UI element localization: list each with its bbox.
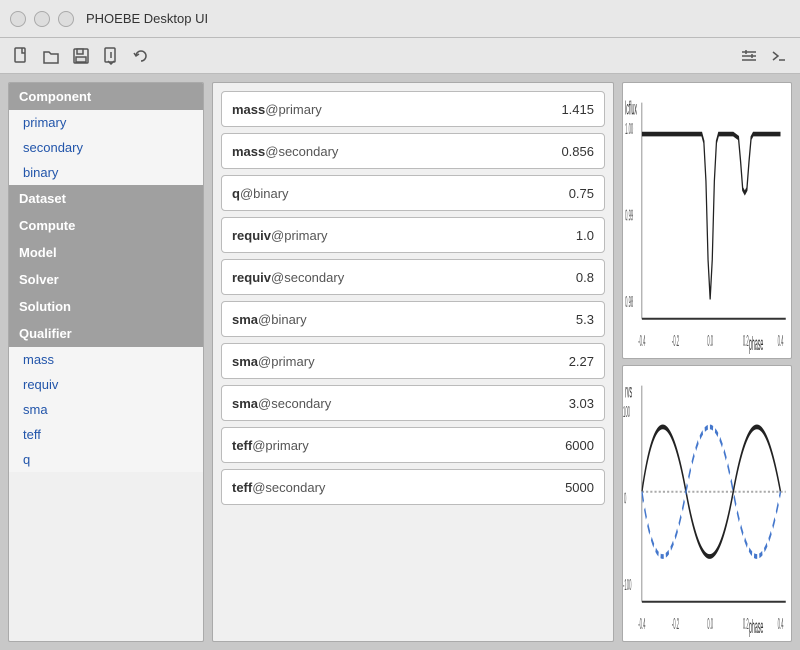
light-curve-chart[interactable]: lcflux phase -0.4 -0.2 0.0 0.2 0.4 1.00 … bbox=[622, 82, 792, 359]
sidebar-section-compute: Compute bbox=[9, 212, 203, 239]
svg-text:-100: -100 bbox=[623, 578, 631, 594]
svg-text:-0.4: -0.4 bbox=[638, 617, 645, 633]
sidebar-section-qualifier: Qualifier bbox=[9, 320, 203, 347]
svg-text:0.4: 0.4 bbox=[778, 617, 784, 633]
param-name-teff-primary: teff@primary bbox=[232, 438, 534, 453]
main-area: Component primary secondary binary Datas… bbox=[0, 74, 800, 650]
sidebar-item-binary[interactable]: binary bbox=[9, 160, 203, 185]
svg-text:phase: phase bbox=[749, 617, 763, 639]
window-buttons bbox=[10, 11, 74, 27]
sidebar-section-dataset: Dataset bbox=[9, 185, 203, 212]
sidebar-item-primary[interactable]: primary bbox=[9, 110, 203, 135]
param-name-requiv-secondary: requiv@secondary bbox=[232, 270, 534, 285]
param-value-mass-secondary: 0.856 bbox=[534, 144, 594, 159]
param-value-sma-primary: 2.27 bbox=[534, 354, 594, 369]
svg-text:-0.2: -0.2 bbox=[672, 617, 679, 633]
param-value-teff-primary: 6000 bbox=[534, 438, 594, 453]
sidebar-item-secondary[interactable]: secondary bbox=[9, 135, 203, 160]
svg-text:0.2: 0.2 bbox=[743, 617, 749, 633]
param-row-sma-primary[interactable]: sma@primary 2.27 bbox=[221, 343, 605, 379]
rv-curve-chart[interactable]: rvs phase -0.4 -0.2 0.0 0.2 0.4 100 0 bbox=[622, 365, 792, 642]
svg-text:0.2: 0.2 bbox=[743, 334, 749, 350]
param-name-requiv-primary: requiv@primary bbox=[232, 228, 534, 243]
svg-text:0: 0 bbox=[624, 491, 626, 507]
param-row-requiv-primary[interactable]: requiv@primary 1.0 bbox=[221, 217, 605, 253]
param-row-mass-secondary[interactable]: mass@secondary 0.856 bbox=[221, 133, 605, 169]
param-row-q-binary[interactable]: q@binary 0.75 bbox=[221, 175, 605, 211]
settings-icon[interactable] bbox=[738, 45, 760, 67]
param-row-requiv-secondary[interactable]: requiv@secondary 0.8 bbox=[221, 259, 605, 295]
toolbar-left bbox=[10, 45, 152, 67]
param-row-sma-secondary[interactable]: sma@secondary 3.03 bbox=[221, 385, 605, 421]
sidebar-section-model: Model bbox=[9, 239, 203, 266]
sidebar-item-q[interactable]: q bbox=[9, 447, 203, 472]
right-area: mass@primary 1.415 mass@secondary 0.856 … bbox=[212, 82, 792, 642]
minimize-button[interactable] bbox=[34, 11, 50, 27]
param-row-mass-primary[interactable]: mass@primary 1.415 bbox=[221, 91, 605, 127]
param-value-requiv-primary: 1.0 bbox=[534, 228, 594, 243]
sidebar-item-requiv[interactable]: requiv bbox=[9, 372, 203, 397]
toolbar-right bbox=[738, 45, 790, 67]
svg-text:0.0: 0.0 bbox=[707, 334, 713, 350]
app-title: PHOEBE Desktop UI bbox=[86, 11, 208, 26]
param-value-requiv-secondary: 0.8 bbox=[534, 270, 594, 285]
param-name-sma-binary: sma@binary bbox=[232, 312, 534, 327]
svg-text:phase: phase bbox=[749, 334, 763, 356]
svg-text:lcflux: lcflux bbox=[625, 98, 637, 120]
param-name-q-binary: q@binary bbox=[232, 186, 534, 201]
svg-text:100: 100 bbox=[623, 405, 630, 421]
param-name-sma-secondary: sma@secondary bbox=[232, 396, 534, 411]
svg-text:rvs: rvs bbox=[625, 381, 632, 403]
chart-panel: lcflux phase -0.4 -0.2 0.0 0.2 0.4 1.00 … bbox=[622, 82, 792, 642]
save-icon[interactable] bbox=[70, 45, 92, 67]
param-row-teff-secondary[interactable]: teff@secondary 5000 bbox=[221, 469, 605, 505]
param-row-sma-binary[interactable]: sma@binary 5.3 bbox=[221, 301, 605, 337]
svg-text:0.0: 0.0 bbox=[707, 617, 713, 633]
svg-text:-0.4: -0.4 bbox=[638, 334, 645, 350]
sidebar-item-mass[interactable]: mass bbox=[9, 347, 203, 372]
param-name-mass-secondary: mass@secondary bbox=[232, 144, 534, 159]
terminal-icon[interactable] bbox=[768, 45, 790, 67]
sidebar-item-teff[interactable]: teff bbox=[9, 422, 203, 447]
maximize-button[interactable] bbox=[58, 11, 74, 27]
param-value-teff-secondary: 5000 bbox=[534, 480, 594, 495]
sidebar-section-solution: Solution bbox=[9, 293, 203, 320]
params-panel: mass@primary 1.415 mass@secondary 0.856 … bbox=[212, 82, 614, 642]
param-row-teff-primary[interactable]: teff@primary 6000 bbox=[221, 427, 605, 463]
export-icon[interactable] bbox=[100, 45, 122, 67]
sidebar-section-component: Component bbox=[9, 83, 203, 110]
svg-text:0.98: 0.98 bbox=[625, 295, 633, 311]
sidebar: Component primary secondary binary Datas… bbox=[8, 82, 204, 642]
undo-icon[interactable] bbox=[130, 45, 152, 67]
svg-text:1.00: 1.00 bbox=[625, 122, 633, 138]
svg-text:-0.2: -0.2 bbox=[672, 334, 679, 350]
sidebar-section-solver: Solver bbox=[9, 266, 203, 293]
param-name-sma-primary: sma@primary bbox=[232, 354, 534, 369]
open-file-icon[interactable] bbox=[40, 45, 62, 67]
sidebar-item-sma[interactable]: sma bbox=[9, 397, 203, 422]
param-value-sma-binary: 5.3 bbox=[534, 312, 594, 327]
toolbar bbox=[0, 38, 800, 74]
svg-text:0.4: 0.4 bbox=[778, 334, 784, 350]
new-file-icon[interactable] bbox=[10, 45, 32, 67]
param-name-teff-secondary: teff@secondary bbox=[232, 480, 534, 495]
svg-text:0.99: 0.99 bbox=[625, 208, 633, 224]
title-bar: PHOEBE Desktop UI bbox=[0, 0, 800, 38]
param-value-mass-primary: 1.415 bbox=[534, 102, 594, 117]
param-name-mass-primary: mass@primary bbox=[232, 102, 534, 117]
close-button[interactable] bbox=[10, 11, 26, 27]
param-value-q-binary: 0.75 bbox=[534, 186, 594, 201]
param-value-sma-secondary: 3.03 bbox=[534, 396, 594, 411]
